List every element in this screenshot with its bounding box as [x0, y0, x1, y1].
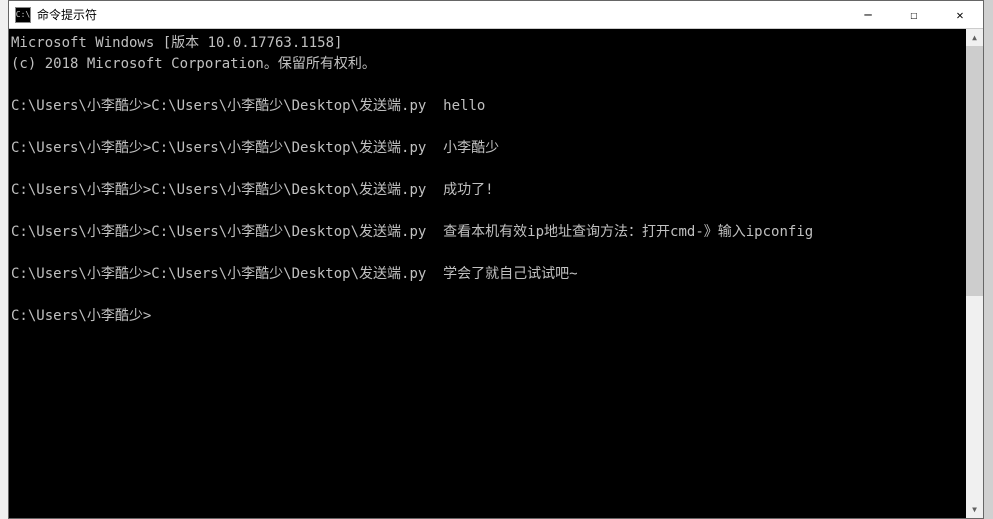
command-line: C:\Users\小李酷少>C:\Users\小李酷少\Desktop\发送端.…	[11, 222, 983, 243]
window-controls: ─ ☐ ✕	[845, 1, 983, 28]
close-button[interactable]: ✕	[937, 1, 983, 28]
scroll-track[interactable]	[966, 46, 983, 501]
right-desktop-edge	[984, 0, 993, 519]
copyright-line: (c) 2018 Microsoft Corporation。保留所有权利。	[11, 54, 983, 75]
blank-line	[11, 159, 983, 180]
version-line: Microsoft Windows [版本 10.0.17763.1158]	[11, 33, 983, 54]
titlebar[interactable]: C:\ 命令提示符 ─ ☐ ✕	[9, 1, 983, 29]
command-line: C:\Users\小李酷少>C:\Users\小李酷少\Desktop\发送端.…	[11, 180, 983, 201]
minimize-button[interactable]: ─	[845, 1, 891, 28]
current-prompt: C:\Users\小李酷少>	[11, 306, 983, 327]
blank-line	[11, 243, 983, 264]
blank-line	[11, 285, 983, 306]
terminal-body[interactable]: Microsoft Windows [版本 10.0.17763.1158] (…	[9, 29, 983, 518]
command-line: C:\Users\小李酷少>C:\Users\小李酷少\Desktop\发送端.…	[11, 96, 983, 117]
window-title: 命令提示符	[37, 6, 845, 23]
cmd-window: C:\ 命令提示符 ─ ☐ ✕ Microsoft Windows [版本 10…	[8, 0, 984, 519]
cmd-icon: C:\	[15, 7, 31, 23]
scroll-down-arrow[interactable]: ▼	[966, 501, 983, 518]
blank-line	[11, 201, 983, 222]
scrollbar[interactable]: ▲ ▼	[966, 29, 983, 518]
blank-line	[11, 75, 983, 96]
blank-line	[11, 117, 983, 138]
scroll-thumb[interactable]	[966, 46, 983, 296]
scroll-up-arrow[interactable]: ▲	[966, 29, 983, 46]
command-line: C:\Users\小李酷少>C:\Users\小李酷少\Desktop\发送端.…	[11, 264, 983, 285]
maximize-button[interactable]: ☐	[891, 1, 937, 28]
left-desktop-edge	[0, 0, 8, 519]
command-line: C:\Users\小李酷少>C:\Users\小李酷少\Desktop\发送端.…	[11, 138, 983, 159]
